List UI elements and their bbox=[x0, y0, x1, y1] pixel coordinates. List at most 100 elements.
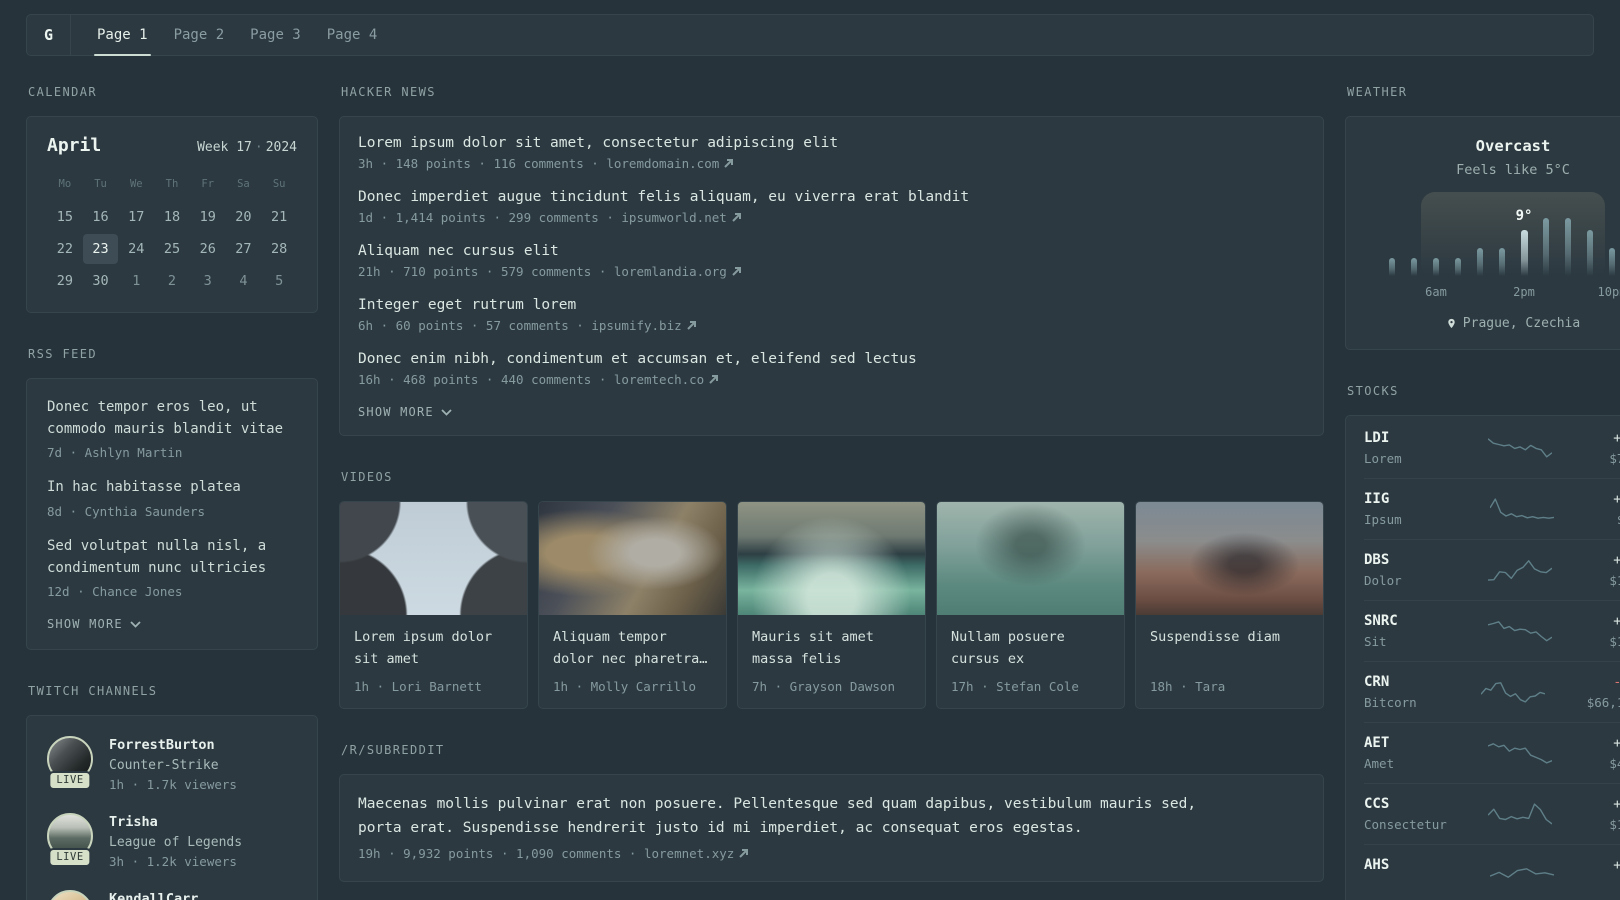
hn-show-more-button[interactable]: SHOW MORE bbox=[358, 405, 452, 419]
calendar-day[interactable]: 17 bbox=[118, 202, 154, 232]
video-meta: 7h · Grayson Dawson bbox=[752, 679, 895, 694]
calendar-day[interactable]: 15 bbox=[47, 202, 83, 232]
stock-name: Ipsum bbox=[1364, 512, 1402, 527]
video-card[interactable]: Suspendisse diam 18h · Tara bbox=[1135, 501, 1324, 709]
subreddit-section-title: /R/SUBREDDIT bbox=[341, 743, 445, 757]
stock-row[interactable]: DBS Dolor +1.42% $156.28 bbox=[1364, 539, 1620, 600]
twitch-channel-row[interactable]: LIVE Trisha League of Legends 3h · 1.2k … bbox=[47, 813, 297, 869]
stock-row[interactable]: IIG Ipsum +2.84% $42.04 bbox=[1364, 478, 1620, 539]
hn-post: Donec enim nibh, condimentum et accumsan… bbox=[358, 351, 1305, 387]
hn-post-title[interactable]: Lorem ipsum dolor sit amet, consectetur … bbox=[358, 135, 1305, 151]
tab-page-3[interactable]: Page 3 bbox=[249, 15, 302, 55]
video-title: Suspendisse diam bbox=[1150, 629, 1281, 645]
stock-row[interactable]: AHS +0.46% bbox=[1364, 844, 1620, 900]
twitch-channel-row[interactable]: KendallCarr bbox=[47, 890, 297, 900]
time-label: 10pm bbox=[1597, 285, 1620, 299]
calendar-day-next-month[interactable]: 5 bbox=[261, 266, 297, 296]
calendar-day-selected[interactable]: 23 bbox=[82, 234, 119, 264]
channel-info: ForrestBurton Counter-Strike 1h · 1.7k v… bbox=[109, 736, 237, 792]
channel-category: League of Legends bbox=[109, 835, 243, 851]
channel-name: ForrestBurton bbox=[109, 737, 215, 754]
stock-row[interactable]: LDI Lorem +4.35% $795.18 bbox=[1364, 418, 1620, 478]
calendar-day-next-month[interactable]: 2 bbox=[154, 266, 190, 296]
rss-item-title[interactable]: In hac habitasse platea bbox=[47, 477, 297, 499]
channel-meta: 1h · 1.7k viewers bbox=[109, 777, 237, 793]
rss-show-more-button[interactable]: SHOW MORE bbox=[47, 617, 141, 631]
video-card[interactable]: Lorem ipsum dolor sit amet consectetu… 1… bbox=[339, 501, 528, 709]
stock-symbol: LDI bbox=[1364, 430, 1390, 446]
calendar-day[interactable]: 16 bbox=[83, 202, 119, 232]
calendar-grid: Mo Tu We Th Fr Sa Su 15 16 17 18 19 20 2… bbox=[47, 172, 297, 296]
subreddit-card: Maecenas mollis pulvinar erat non posuer… bbox=[339, 774, 1324, 882]
hn-post-title[interactable]: Donec imperdiet augue tincidunt felis al… bbox=[358, 189, 1305, 205]
video-title: Nullam posuere cursus ex bbox=[951, 629, 1065, 667]
calendar-week-label: Week 17 bbox=[197, 140, 252, 155]
videos-section-title: VIDEOS bbox=[341, 470, 393, 484]
calendar-day[interactable]: 25 bbox=[154, 234, 190, 264]
video-meta: 1h · Molly Carrillo bbox=[553, 679, 696, 694]
app-logo[interactable]: G bbox=[27, 15, 71, 55]
calendar-day[interactable]: 30 bbox=[83, 266, 119, 296]
hn-post-title[interactable]: Donec enim nibh, condimentum et accumsan… bbox=[358, 351, 1305, 367]
calendar-day-next-month[interactable]: 1 bbox=[118, 266, 154, 296]
stock-row[interactable]: CCS Consectetur +0.51% $165.84 bbox=[1364, 783, 1620, 844]
video-thumbnail bbox=[340, 502, 527, 615]
calendar-day[interactable]: 26 bbox=[190, 234, 226, 264]
stock-row[interactable]: CRN Bitcorn -1.00% $66,171.48 bbox=[1364, 661, 1620, 722]
hn-post-domain-link[interactable]: ipsumworld.net bbox=[621, 210, 726, 225]
hn-post-domain-link[interactable]: loremlandia.org bbox=[614, 264, 727, 279]
stock-symbol: SNRC bbox=[1364, 613, 1398, 629]
tab-page-1[interactable]: Page 1 bbox=[94, 15, 151, 56]
time-label: 2pm bbox=[1513, 285, 1535, 299]
calendar-day[interactable]: 22 bbox=[47, 234, 83, 264]
subreddit-post-title[interactable]: Maecenas mollis pulvinar erat non posuer… bbox=[358, 793, 1228, 841]
channel-category: Counter-Strike bbox=[109, 758, 219, 774]
hn-post-domain-link[interactable]: loremtech.co bbox=[614, 372, 704, 387]
calendar-day[interactable]: 18 bbox=[154, 202, 190, 232]
weather-feels-like: Feels like 5°C bbox=[1456, 162, 1570, 178]
external-link-icon bbox=[732, 267, 741, 276]
stock-name: Consectetur bbox=[1364, 817, 1447, 832]
twitch-channel-row[interactable]: LIVE ForrestBurton Counter-Strike 1h · 1… bbox=[47, 736, 297, 792]
stock-row[interactable]: AET Amet +0.92% $499.72 bbox=[1364, 722, 1620, 783]
hn-post-domain-link[interactable]: ipsumify.biz bbox=[591, 318, 681, 333]
video-card[interactable]: Nullam posuere cursus ex 17h · Stefan Co… bbox=[936, 501, 1125, 709]
video-card[interactable]: Aliquam tempor dolor nec pharetra… 1h · … bbox=[538, 501, 727, 709]
twitch-card: LIVE ForrestBurton Counter-Strike 1h · 1… bbox=[26, 715, 318, 900]
calendar-day[interactable]: 24 bbox=[118, 234, 154, 264]
hn-post-domain-link[interactable]: loremdomain.com bbox=[606, 156, 719, 171]
stocks-section-title: STOCKS bbox=[1347, 384, 1399, 398]
stock-sparkline bbox=[1488, 803, 1553, 825]
rss-item-title[interactable]: Donec tempor eros leo, ut commodo mauris… bbox=[47, 397, 297, 440]
page-tabs: Page 1 Page 2 Page 3 Page 4 bbox=[94, 15, 379, 56]
calendar-day-next-month[interactable]: 4 bbox=[226, 266, 262, 296]
tab-page-4[interactable]: Page 4 bbox=[326, 15, 379, 55]
weekday-header: We bbox=[129, 178, 143, 190]
chevron-down-icon bbox=[441, 408, 452, 416]
stock-name: Bitcorn bbox=[1364, 695, 1417, 710]
calendar-day[interactable]: 20 bbox=[226, 202, 262, 232]
stock-row[interactable]: SNRC Sit +1.36% $148.64 bbox=[1364, 600, 1620, 661]
hn-post-meta: 3h · 148 points · 116 comments · loremdo… bbox=[358, 156, 1305, 171]
calendar-day[interactable]: 27 bbox=[226, 234, 262, 264]
calendar-day[interactable]: 21 bbox=[261, 202, 297, 232]
stock-sparkline bbox=[1488, 560, 1553, 581]
calendar-day[interactable]: 28 bbox=[261, 234, 297, 264]
tab-page-2[interactable]: Page 2 bbox=[173, 15, 226, 55]
calendar-day-next-month[interactable]: 3 bbox=[190, 266, 226, 296]
calendar-day[interactable]: 19 bbox=[190, 202, 226, 232]
subreddit-domain-link[interactable]: loremnet.xyz bbox=[644, 846, 734, 861]
stock-name: Sit bbox=[1364, 634, 1387, 649]
rss-item-title[interactable]: Sed volutpat nulla nisl, a condimentum n… bbox=[47, 536, 297, 579]
hn-post-title[interactable]: Integer eget rutrum lorem bbox=[358, 297, 1305, 313]
hn-post-title[interactable]: Aliquam nec cursus elit bbox=[358, 243, 1305, 259]
hn-meta-text: 16h · 468 points · 440 comments · bbox=[358, 372, 607, 387]
stock-price: $795.18 bbox=[1609, 451, 1620, 466]
rss-card: Donec tempor eros leo, ut commodo mauris… bbox=[26, 378, 318, 651]
weather-location[interactable]: Prague, Czechia bbox=[1364, 316, 1620, 331]
avatar bbox=[47, 890, 93, 900]
calendar-day[interactable]: 29 bbox=[47, 266, 83, 296]
stock-price bbox=[1613, 878, 1620, 893]
video-card[interactable]: Mauris sit amet massa felis 7h · Grayson… bbox=[737, 501, 926, 709]
video-thumbnail bbox=[738, 502, 925, 615]
